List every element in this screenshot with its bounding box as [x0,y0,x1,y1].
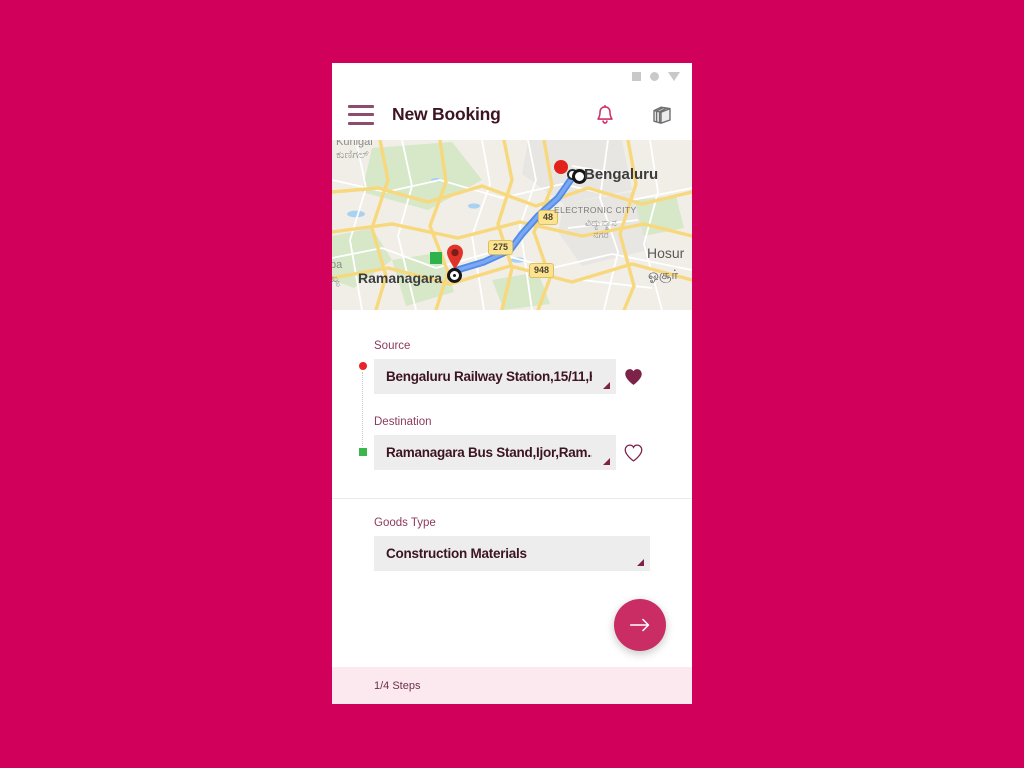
source-label: Source [374,340,411,352]
dropdown-caret-icon[interactable] [603,458,610,465]
source-favorite-button[interactable] [616,360,650,394]
dropdown-caret-icon[interactable] [603,382,610,389]
hamburger-menu-icon[interactable] [348,104,374,125]
app-bar: New Booking [332,89,692,140]
step-counter: 1/4 Steps [374,679,421,692]
destination-value: Ramanagara Bus Stand,Ijor,Ram... [386,445,592,460]
triangle-down-icon [668,71,680,81]
heart-outline-icon [624,443,642,462]
source-input[interactable]: Bengaluru Railway Station,15/11,H... [374,359,616,394]
goods-type-input[interactable]: Construction Materials [374,536,650,571]
next-step-fab[interactable] [614,599,666,651]
destination-favorite-button[interactable] [616,436,650,470]
destination-field-row: Ramanagara Bus Stand,Ijor,Ram... [374,435,650,470]
rail-source-dot [359,362,367,370]
route-rail [357,362,369,667]
page-title: New Booking [392,104,501,124]
goods-type-value: Construction Materials [386,546,527,561]
status-bar [332,63,692,89]
route-map[interactable]: 48 275 948 Bengaluru Ramanagara Hosur ஓச… [332,140,692,310]
goods-type-field-block: Goods Type Construction Materials [374,499,650,571]
source-field-row: Bengaluru Railway Station,15/11,H... [374,359,650,394]
rail-destination-dot [359,448,367,456]
destination-input[interactable]: Ramanagara Bus Stand,Ijor,Ram... [374,435,616,470]
dropdown-caret-icon[interactable] [637,559,644,566]
rail-dotted-line [362,372,364,446]
booking-form: Source Bengaluru Railway Station,15/11,H… [332,310,692,667]
phone-frame: New Booking 48 275 948 Bengaluru Ramanag… [332,63,692,704]
destination-label: Destination [374,416,432,428]
map-canvas [332,140,692,310]
arrow-right-icon [629,618,650,632]
progress-bar: 1/4 Steps [332,667,692,704]
source-field-block: Source Bengaluru Railway Station,15/11,H… [374,310,650,394]
destination-field-block: Destination Ramanagara Bus Stand,Ijor,Ra… [374,394,650,470]
package-box-logo-icon[interactable] [648,101,676,129]
heart-filled-icon [624,368,642,385]
circle-icon [650,71,659,81]
bell-icon[interactable] [592,102,618,128]
goods-type-label: Goods Type [374,517,436,529]
source-value: Bengaluru Railway Station,15/11,H... [386,369,592,384]
square-icon [632,71,641,81]
